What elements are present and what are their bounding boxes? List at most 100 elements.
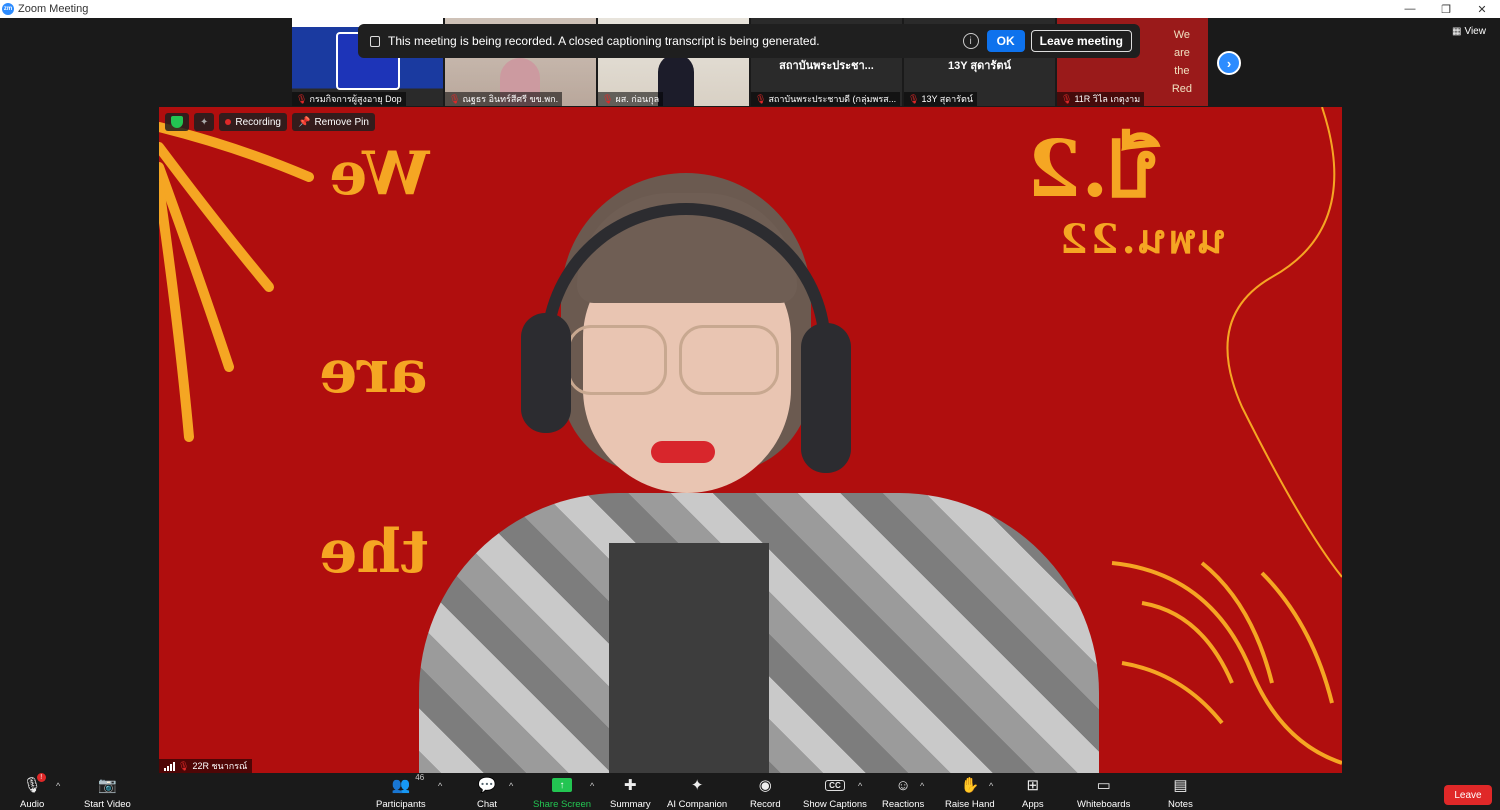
raise-hand-button[interactable]: ✋ Raise Hand bbox=[945, 775, 995, 810]
ai-companion-button[interactable]: ✦ AI Companion bbox=[667, 775, 727, 810]
close-button[interactable]: ✕ bbox=[1464, 0, 1500, 18]
thumbnail-name-tag: 🎙 กรมกิจการผู้สูงอายุ Dop bbox=[292, 92, 406, 106]
notes-label: Notes bbox=[1168, 799, 1193, 810]
raise-hand-options-caret[interactable]: ^ bbox=[989, 781, 993, 791]
notes-button[interactable]: ▤ Notes bbox=[1168, 775, 1193, 810]
signal-strength-icon bbox=[164, 761, 175, 771]
overlay-word: the bbox=[1174, 65, 1190, 77]
mic-muted-icon: 🎙 bbox=[178, 760, 190, 771]
summary-icon: ✚ bbox=[624, 777, 637, 794]
thumbnail-name: สถาบันพระประชาบดี (กลุ่มพรส... bbox=[768, 94, 897, 104]
thumbnail-name: กรมกิจการผู้สูงอายุ Dop bbox=[309, 94, 402, 104]
captions-options-caret[interactable]: ^ bbox=[858, 781, 862, 791]
info-icon[interactable]: i bbox=[962, 33, 979, 49]
remove-pin-label: Remove Pin bbox=[314, 116, 369, 128]
window-titlebar: zm Zoom Meeting — ❐ ✕ bbox=[0, 0, 1500, 18]
start-video-button[interactable]: 📷 Start Video bbox=[84, 775, 131, 810]
participants-button[interactable]: 👥 46 Participants bbox=[376, 773, 426, 810]
share-options-caret[interactable]: ^ bbox=[590, 781, 594, 791]
reactions-button[interactable]: ☺ Reactions bbox=[882, 775, 924, 810]
record-button[interactable]: ◉ Record bbox=[750, 775, 781, 810]
background-text: the bbox=[319, 517, 429, 587]
captions-icon: CC bbox=[825, 775, 845, 795]
chat-button[interactable]: 💬 Chat bbox=[477, 775, 497, 810]
recording-notice: This meeting is being recorded. A closed… bbox=[358, 24, 1140, 58]
thumbnail-name: ณฐธร อินทร์สีศรี ขข.พก. bbox=[462, 94, 559, 104]
background-text: นพน.22 bbox=[1057, 216, 1226, 263]
headphone-earcup bbox=[521, 313, 571, 433]
recording-notice-message: This meeting is being recorded. A closed… bbox=[388, 34, 820, 48]
grid-view-icon: ▦ bbox=[1452, 26, 1462, 37]
microphone-icon: 🎙! bbox=[23, 773, 46, 795]
participants-label: Participants bbox=[376, 799, 426, 810]
raise-hand-label: Raise Hand bbox=[945, 799, 995, 810]
recording-label: Recording bbox=[235, 116, 281, 128]
chevron-right-icon: › bbox=[1226, 55, 1232, 71]
view-button[interactable]: ▦ View bbox=[1452, 26, 1486, 37]
background-text: are bbox=[319, 337, 428, 407]
overlay-word: are bbox=[1173, 47, 1190, 59]
whiteboards-label: Whiteboards bbox=[1077, 799, 1131, 810]
chat-icon: 💬 bbox=[477, 777, 497, 794]
reactions-label: Reactions bbox=[882, 799, 925, 810]
thumbnail-overlay-text: We are the Red bbox=[1172, 26, 1192, 98]
leaf-decoration-icon bbox=[1111, 561, 1342, 765]
main-video[interactable]: We are the ปี.2 นพน.22 ✦ Recording 📌 Remo… bbox=[159, 107, 1342, 773]
participants-icon: 👥 46 bbox=[391, 773, 425, 794]
share-screen-button[interactable]: ↑ Share Screen bbox=[533, 775, 591, 810]
pin-icon: 📌 bbox=[297, 116, 311, 128]
audio-options-caret[interactable]: ^ bbox=[56, 781, 60, 791]
transcript-icon bbox=[370, 35, 380, 47]
apps-label: Apps bbox=[1022, 799, 1044, 810]
share-screen-icon: ↑ bbox=[552, 775, 573, 795]
thumbnail-name-tag: 🎙 สถาบันพระประชาบดี (กลุ่มพรส... bbox=[751, 92, 901, 106]
leave-button[interactable]: Leave bbox=[1444, 785, 1492, 805]
audio-alert-badge: ! bbox=[36, 773, 46, 782]
thumbnail-name-tag: 🎙 ณฐธร อินทร์สีศรี ขข.พก. bbox=[445, 92, 563, 106]
thumbnail-name-tag: 🎙 11R วิไล เกตุงาม bbox=[1057, 92, 1145, 106]
show-captions-label: Show Captions bbox=[803, 799, 867, 810]
chat-options-caret[interactable]: ^ bbox=[509, 781, 513, 791]
ai-badge[interactable]: ✦ bbox=[194, 113, 215, 131]
participants-options-caret[interactable]: ^ bbox=[438, 781, 442, 791]
security-badge[interactable] bbox=[165, 113, 189, 131]
participant-figure bbox=[419, 173, 1099, 773]
apps-icon: ⊞ bbox=[1026, 777, 1040, 794]
ai-companion-label: AI Companion bbox=[667, 799, 728, 810]
record-icon: ◉ bbox=[758, 777, 772, 794]
summary-label: Summary bbox=[610, 799, 651, 810]
recording-badge[interactable]: Recording bbox=[219, 113, 287, 131]
mic-muted-icon: 🎙 bbox=[908, 93, 920, 104]
thumbnail-name-tag: 🎙 ผส. ก่อนกุล bbox=[598, 92, 664, 106]
apps-button[interactable]: ⊞ Apps bbox=[1022, 775, 1044, 810]
remove-pin-button[interactable]: 📌 Remove Pin bbox=[291, 113, 375, 131]
leaf-decoration-icon bbox=[159, 122, 314, 442]
zoom-app-icon: zm bbox=[2, 3, 14, 15]
participant-big-name: 13Y สุดารัตน์ bbox=[947, 60, 1012, 72]
overlay-word: We bbox=[1173, 29, 1191, 41]
minimize-button[interactable]: — bbox=[1392, 0, 1428, 18]
audio-label: Audio bbox=[20, 799, 45, 810]
participant-count: 46 bbox=[415, 773, 425, 782]
reactions-options-caret[interactable]: ^ bbox=[920, 781, 924, 791]
whiteboards-button[interactable]: ▭ Whiteboards bbox=[1077, 775, 1130, 810]
main-video-name-tag: 🎙 22R ชนากรณ์ bbox=[159, 759, 253, 773]
ok-button[interactable]: OK bbox=[986, 30, 1025, 52]
whiteboard-icon: ▭ bbox=[1096, 777, 1111, 794]
view-label: View bbox=[1464, 26, 1486, 37]
mic-muted-icon: 🎙 bbox=[1061, 93, 1073, 104]
gallery-next-button[interactable]: › bbox=[1217, 51, 1241, 75]
mic-muted-icon: 🎙 bbox=[296, 93, 308, 104]
audio-button[interactable]: 🎙! Audio bbox=[20, 773, 46, 810]
curve-decoration-icon bbox=[1226, 107, 1342, 578]
thumbnail-name: 13Y สุดารัตน์ bbox=[921, 94, 974, 104]
summary-button[interactable]: ✚ Summary bbox=[610, 775, 651, 810]
headphone-earcup bbox=[801, 323, 851, 473]
mic-muted-icon: 🎙 bbox=[755, 93, 767, 104]
restore-button[interactable]: ❐ bbox=[1428, 0, 1464, 18]
main-participant-name: 22R ชนากรณ์ bbox=[192, 761, 248, 771]
hand-icon: ✋ bbox=[960, 777, 980, 794]
leave-meeting-button[interactable]: Leave meeting bbox=[1030, 30, 1132, 52]
shield-icon bbox=[171, 116, 183, 128]
sparkle-icon: ✦ bbox=[200, 116, 209, 128]
